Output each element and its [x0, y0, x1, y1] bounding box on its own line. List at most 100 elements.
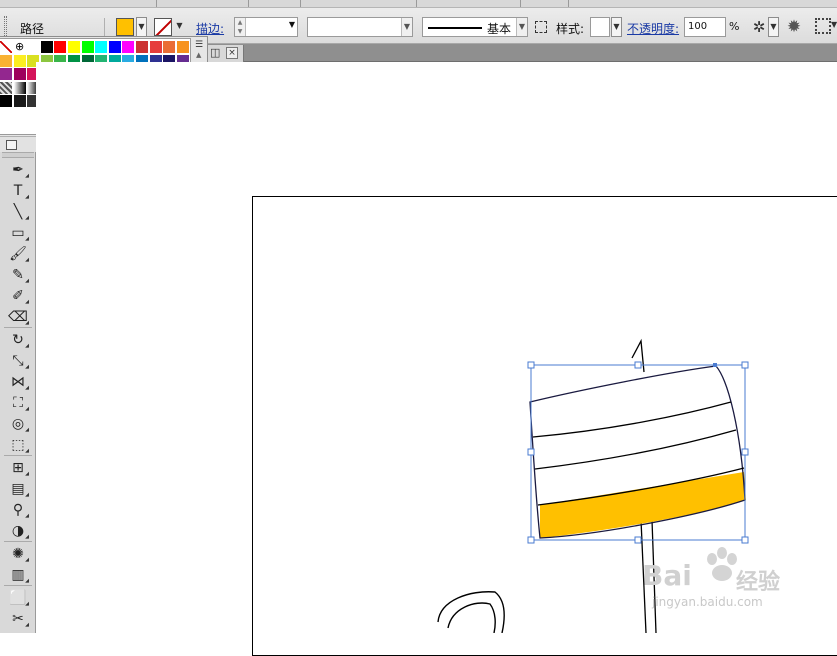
graphic-style-swatch[interactable] [590, 17, 610, 37]
tools-panel-grip[interactable] [2, 152, 34, 158]
eyedropper-tool-icon[interactable]: ⚲ ◢ [7, 500, 29, 520]
tool-flyout-indicator: ◢ [25, 173, 29, 179]
style-label: 样式: [556, 22, 585, 36]
brush-definition-label: 基本 [487, 22, 512, 36]
align-dropdown-arrow[interactable]: ▼ [831, 20, 837, 29]
scroll-up-icon[interactable]: ▲ [196, 51, 201, 59]
tool-flyout-indicator: ◢ [25, 257, 29, 263]
control-bar-grip[interactable] [4, 16, 7, 36]
fill-dropdown-arrow[interactable]: ▼ [136, 17, 147, 37]
swatch[interactable] [176, 41, 190, 54]
tool-flyout-indicator: ◢ [25, 278, 29, 284]
chevron-down-icon[interactable]: ▼ [516, 18, 527, 36]
opacity-label-link[interactable]: 不透明度: [627, 20, 679, 37]
watermark-brand-suffix: 经验 [736, 570, 781, 595]
free-transform-tool-icon[interactable]: ⛶ ◢ [7, 393, 29, 413]
paintbrush-tool-icon[interactable]: 🖌 ◢ [7, 244, 29, 264]
gear-icon[interactable]: ✹ [785, 18, 803, 36]
swatch[interactable] [68, 41, 81, 54]
tool-flyout-indicator: ◢ [25, 427, 29, 433]
brush-definition-select[interactable]: 基本 ▼ [422, 17, 528, 37]
style-dropdown-arrow[interactable]: ▼ [611, 17, 622, 37]
swatch[interactable] [122, 41, 136, 54]
recolor-artwork-icon[interactable]: ✲ [750, 18, 768, 36]
scale-tool-icon[interactable]: ⤡ ◢ [7, 351, 29, 371]
swatch[interactable] [27, 41, 41, 54]
swatch[interactable] [149, 41, 163, 54]
stroke-color-swatch[interactable] [154, 18, 172, 36]
swatch[interactable] [13, 95, 27, 109]
swatch[interactable] [108, 41, 122, 54]
object-type-label: 路径 [20, 22, 45, 36]
swatch-registration[interactable]: ⊕ [13, 41, 27, 54]
swatch[interactable] [0, 68, 13, 82]
width-tool-icon[interactable]: ⋈ ◢ [7, 372, 29, 392]
tool-flyout-indicator: ◢ [25, 513, 29, 519]
tool-flyout-indicator: ◢ [25, 622, 29, 628]
swatch[interactable] [95, 41, 109, 54]
column-graph-tool-icon[interactable]: ▥ ◢ [7, 565, 29, 585]
rectangle-tool-icon[interactable]: ▭ ◢ [7, 223, 29, 243]
tool-flyout-indicator: ◢ [25, 601, 29, 607]
chevron-down-icon[interactable]: ▼ [401, 18, 412, 36]
type-tool-icon[interactable]: T ◢ [7, 181, 29, 201]
perspective-grid-tool-icon[interactable]: ⬚ ◢ [7, 435, 29, 455]
swatch[interactable] [40, 41, 54, 54]
tool-flyout-indicator: ◢ [25, 364, 29, 370]
close-icon[interactable]: × [226, 47, 238, 59]
swatch-pattern[interactable] [0, 81, 13, 95]
tool-flyout-indicator: ◢ [25, 215, 29, 221]
pencil-tool-icon[interactable]: ✎ ◢ [7, 265, 29, 285]
swatch-libraries-icon[interactable] [6, 140, 17, 150]
variable-width-profile-select[interactable]: ▼ [307, 17, 413, 37]
tool-flyout-indicator: ◢ [25, 448, 29, 454]
mesh-tool-icon[interactable]: ⊞ ◢ [7, 458, 29, 478]
swatch[interactable] [81, 41, 95, 54]
swatch[interactable] [136, 41, 149, 54]
swatch[interactable] [0, 95, 13, 109]
stroke-weight-spinner[interactable]: ▲ ▼ [235, 18, 246, 36]
swatch[interactable] [13, 68, 27, 82]
eraser-tool-icon[interactable]: ⌫ ◢ [7, 307, 29, 327]
menu-strip-remnant [0, 0, 837, 8]
slice-tool-icon[interactable]: ✂ ◢ [7, 609, 29, 629]
stroke-weight-field[interactable]: ▲ ▼ ▼ [234, 17, 298, 37]
swatch[interactable] [13, 54, 27, 68]
rotate-tool-icon[interactable]: ↻ ◢ [7, 330, 29, 350]
tool-flyout-indicator: ◢ [25, 578, 29, 584]
tool-flyout-indicator: ◢ [25, 492, 29, 498]
align-icon[interactable] [815, 18, 831, 34]
document-icon: ◫ [210, 46, 221, 59]
tool-separator [4, 541, 32, 542]
symbol-sprayer-tool-icon[interactable]: ✺ ◢ [7, 544, 29, 564]
recolor-dropdown-arrow[interactable]: ▼ [768, 17, 779, 37]
chevron-down-icon[interactable]: ▼ [289, 20, 295, 29]
stroke-dropdown-arrow[interactable]: ▼ [174, 17, 185, 37]
tools-panel: ✒ ◢ T ◢ ╲ ◢ ▭ ◢ 🖌 ◢ ✎ ◢ ✐ ◢ ⌫ ◢ ↻ ◢ ⤡ ◢ ⋈ ◢ ⛶ ◢ ◎ ◢ ⬚ ◢ ⊞ ◢ ▤ ◢ ⚲ ◢ ◑ ◢ ✺ ◢ ▥ ◢… [0, 152, 36, 633]
opacity-input[interactable]: 100 [684, 17, 726, 37]
blob-brush-tool-icon[interactable]: ✐ ◢ [7, 286, 29, 306]
tool-flyout-indicator: ◢ [25, 236, 29, 242]
line-tool-icon[interactable]: ╲ ◢ [7, 202, 29, 222]
tool-flyout-indicator: ◢ [25, 299, 29, 305]
swatch[interactable] [163, 41, 177, 54]
swatch[interactable] [0, 54, 13, 68]
none-slash-icon [155, 19, 171, 35]
blend-tool-icon[interactable]: ◑ ◢ [7, 521, 29, 541]
fill-color-swatch[interactable] [116, 18, 134, 36]
gradient-tool-icon[interactable]: ▤ ◢ [7, 479, 29, 499]
swatch-gradient[interactable] [13, 81, 27, 95]
tool-flyout-indicator: ◢ [25, 320, 29, 326]
artboard-tool-icon[interactable]: ⬜ ◢ [7, 588, 29, 608]
stroke-label-link[interactable]: 描边: [196, 20, 224, 37]
panel-menu-icon[interactable]: ☰ [195, 40, 203, 50]
bracket-icon[interactable] [535, 21, 547, 33]
tool-flyout-indicator: ◢ [25, 471, 29, 477]
tool-separator [4, 585, 32, 586]
pen-tool-icon[interactable]: ✒ ◢ [7, 160, 29, 180]
swatch[interactable] [54, 41, 68, 54]
document-tab[interactable]: ◫ × [208, 45, 244, 62]
swatch-none[interactable] [0, 41, 13, 54]
tool-flyout-indicator: ◢ [25, 534, 29, 540]
shape-builder-tool-icon[interactable]: ◎ ◢ [7, 414, 29, 434]
